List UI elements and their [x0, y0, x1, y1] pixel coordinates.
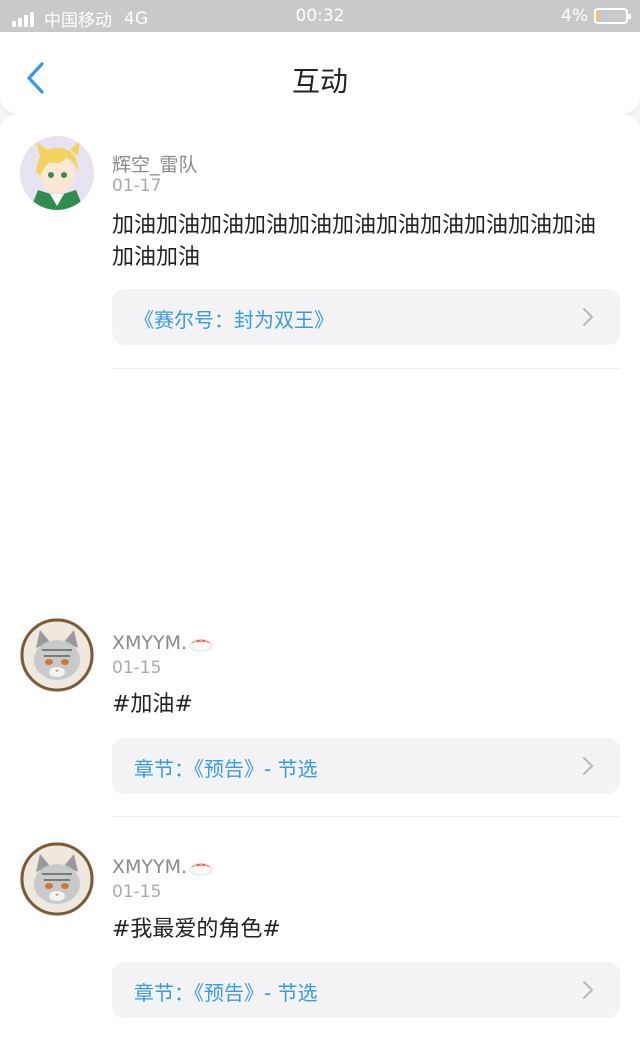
post-text: #我最爱的角色# — [112, 917, 281, 942]
username[interactable]: XMYYM. — [112, 856, 187, 878]
avatar[interactable] — [20, 136, 94, 210]
username[interactable]: XMYYM. — [112, 632, 187, 654]
post-text: #加油# — [112, 692, 193, 717]
chapter-link-card[interactable]: 章节：《预告》- 节选 — [112, 962, 620, 1018]
username-row: XMYYM. — [112, 632, 213, 654]
status-bar: 中国移动 4G 00:32 4% — [0, 0, 640, 32]
chevron-right-icon — [583, 308, 593, 326]
avatar[interactable] — [20, 842, 94, 916]
divider — [112, 816, 620, 817]
chapter-link-label: 章节：《预告》- 节选 — [134, 757, 318, 781]
sushi-emoji-icon — [189, 863, 213, 875]
chapter-link-label: 章节：《预告》- 节选 — [134, 981, 318, 1005]
avatar[interactable] — [20, 618, 94, 692]
interaction-feed: 辉空_雷队 01-17 加油加油加油加油加油加油加油加油加油加油加油加油加油 《… — [0, 114, 640, 1052]
divider — [112, 368, 620, 369]
chevron-right-icon — [583, 981, 593, 999]
sushi-emoji-icon — [189, 639, 213, 651]
post-date: 01-15 — [112, 882, 162, 902]
post-date: 01-17 — [112, 176, 162, 196]
post-date: 01-15 — [112, 658, 162, 678]
post-text: 加油加油加油加油加油加油加油加油加油加油加油加油加油 — [112, 213, 597, 270]
username-row: XMYYM. — [112, 856, 213, 878]
chevron-right-icon — [583, 757, 593, 775]
battery-percent: 4% — [561, 6, 588, 26]
clock: 00:32 — [295, 6, 345, 26]
book-link-card[interactable]: 《赛尔号：封为双王》 — [112, 289, 620, 345]
username[interactable]: 辉空_雷队 — [112, 150, 198, 177]
page-title: 互动 — [291, 65, 348, 98]
chapter-link-card[interactable]: 章节：《预告》- 节选 — [112, 738, 620, 794]
book-link-label: 《赛尔号：封为双王》 — [134, 308, 334, 332]
navigation-bar: 互动 — [0, 32, 640, 114]
battery-icon — [594, 8, 631, 24]
